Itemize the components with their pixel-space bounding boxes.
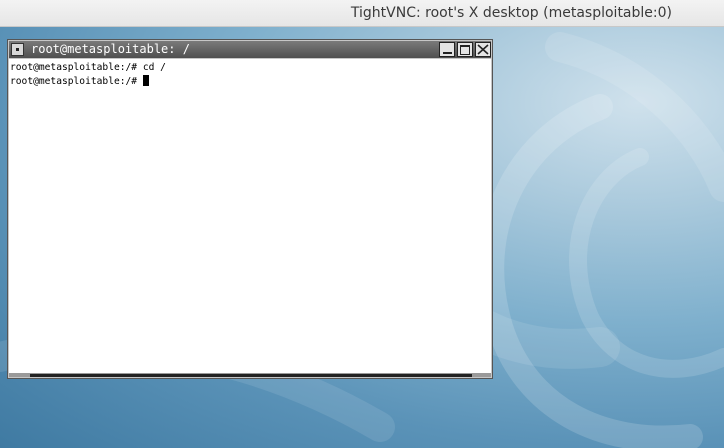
terminal-prompt-line[interactable]: root@metasploitable:/# xyxy=(10,75,149,88)
xterm-window[interactable]: root@metasploitable: / root@metasploitab… xyxy=(7,39,493,379)
maximize-icon[interactable] xyxy=(457,42,473,57)
vnc-titlebar[interactable]: TightVNC: root's X desktop (metasploitab… xyxy=(0,0,724,27)
vnc-window-title: TightVNC: root's X desktop (metasploitab… xyxy=(350,5,672,21)
resize-handle[interactable] xyxy=(30,374,472,377)
terminal-output[interactable]: root@metasploitable:/# cd / root@metaspl… xyxy=(9,59,491,375)
xterm-titlebar[interactable]: root@metasploitable: / xyxy=(9,41,491,58)
text-cursor xyxy=(142,75,149,86)
terminal-prompt: root@metasploitable:/# xyxy=(10,76,143,87)
terminal-line: root@metasploitable:/# cd / xyxy=(10,62,166,73)
window-menu-icon[interactable] xyxy=(11,43,24,56)
xterm-window-title: root@metasploitable: / xyxy=(31,42,190,56)
minimize-icon[interactable] xyxy=(439,42,455,57)
close-icon[interactable] xyxy=(475,42,491,57)
